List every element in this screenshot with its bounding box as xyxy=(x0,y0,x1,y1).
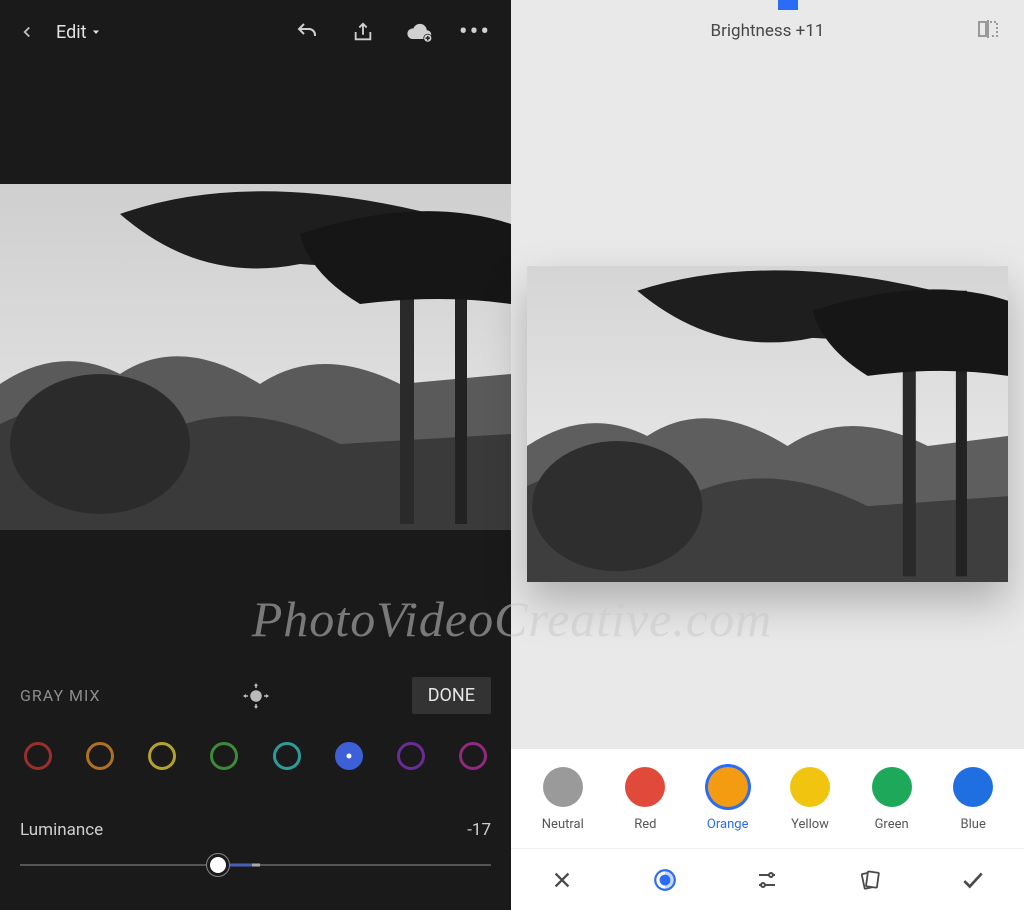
target-adjust-button[interactable] xyxy=(239,679,273,713)
swatch-orange[interactable] xyxy=(86,742,114,770)
lightroom-panel: Edit ••• GRAY xyxy=(0,0,511,910)
color-filter-neutral[interactable]: Neutral xyxy=(542,767,584,832)
color-filter-yellow[interactable]: Yellow xyxy=(790,767,830,832)
swatch-purple[interactable] xyxy=(397,742,425,770)
lr-photo-canvas[interactable] xyxy=(0,184,511,530)
color-filter-blue[interactable]: Blue xyxy=(953,767,993,832)
color-filter-red[interactable]: Red xyxy=(625,767,665,832)
color-circle-icon xyxy=(872,767,912,807)
rp-color-filters: Neutral Red Orange Yellow Green Blue xyxy=(511,767,1024,838)
slider-value: -17 xyxy=(467,820,491,840)
more-button[interactable]: ••• xyxy=(457,14,493,50)
cloud-add-button[interactable] xyxy=(401,14,437,50)
swatch-magenta[interactable] xyxy=(459,742,487,770)
color-circle-icon xyxy=(625,767,665,807)
rp-photo-canvas[interactable] xyxy=(527,266,1008,582)
edit-dropdown[interactable]: Edit xyxy=(56,22,102,43)
swatch-red[interactable] xyxy=(24,742,52,770)
photo-placeholder-icon xyxy=(527,266,1008,582)
lr-controls: GRAY MIX DONE Luminance -17 xyxy=(0,530,511,910)
rp-status-row: Brightness +11 xyxy=(511,6,1024,56)
gray-mix-row: GRAY MIX DONE xyxy=(20,677,491,714)
color-filter-green[interactable]: Green xyxy=(872,767,912,832)
lr-color-swatches xyxy=(20,742,491,770)
photo-placeholder-icon xyxy=(0,184,511,530)
color-label: Red xyxy=(634,817,656,832)
slider-name: Luminance xyxy=(20,820,103,840)
swatch-green[interactable] xyxy=(210,742,238,770)
adjustment-readout: Brightness +11 xyxy=(711,21,825,41)
cancel-button[interactable] xyxy=(542,860,582,900)
color-circle-icon xyxy=(708,767,748,807)
color-label: Yellow xyxy=(791,817,829,832)
swatch-blue[interactable] xyxy=(335,742,363,770)
color-circle-icon xyxy=(543,767,583,807)
color-filter-tool[interactable] xyxy=(645,860,685,900)
color-circle-icon xyxy=(953,767,993,807)
slider-thumb[interactable] xyxy=(207,854,229,876)
back-button[interactable] xyxy=(18,23,36,41)
caret-down-icon xyxy=(90,26,102,38)
rp-toolbar xyxy=(511,848,1024,910)
swatch-yellow[interactable] xyxy=(148,742,176,770)
share-button[interactable] xyxy=(345,14,381,50)
gray-mix-label: GRAY MIX xyxy=(20,686,101,705)
color-label: Green xyxy=(875,817,909,832)
lr-header: Edit ••• xyxy=(0,0,511,64)
styles-tool[interactable] xyxy=(850,860,890,900)
undo-button[interactable] xyxy=(289,14,325,50)
color-circle-icon xyxy=(790,767,830,807)
snapseed-panel: Brightness +11 Neutral Red Orange Yellow Gre… xyxy=(511,0,1024,910)
tune-tool[interactable] xyxy=(747,860,787,900)
edit-label: Edit xyxy=(56,22,86,43)
color-label: Orange xyxy=(707,817,749,832)
color-label: Neutral xyxy=(542,817,584,832)
luminance-slider[interactable] xyxy=(20,850,491,880)
slider-center-tick xyxy=(252,864,260,867)
swatch-teal[interactable] xyxy=(273,742,301,770)
rp-bottom-controls: Neutral Red Orange Yellow Green Blue xyxy=(511,749,1024,910)
color-label: Blue xyxy=(961,817,986,832)
color-filter-orange[interactable]: Orange xyxy=(707,767,749,832)
done-button[interactable]: DONE xyxy=(412,677,491,714)
apply-button[interactable] xyxy=(953,860,993,900)
slider-label-row: Luminance -17 xyxy=(20,820,491,840)
compare-button[interactable] xyxy=(976,17,1000,45)
